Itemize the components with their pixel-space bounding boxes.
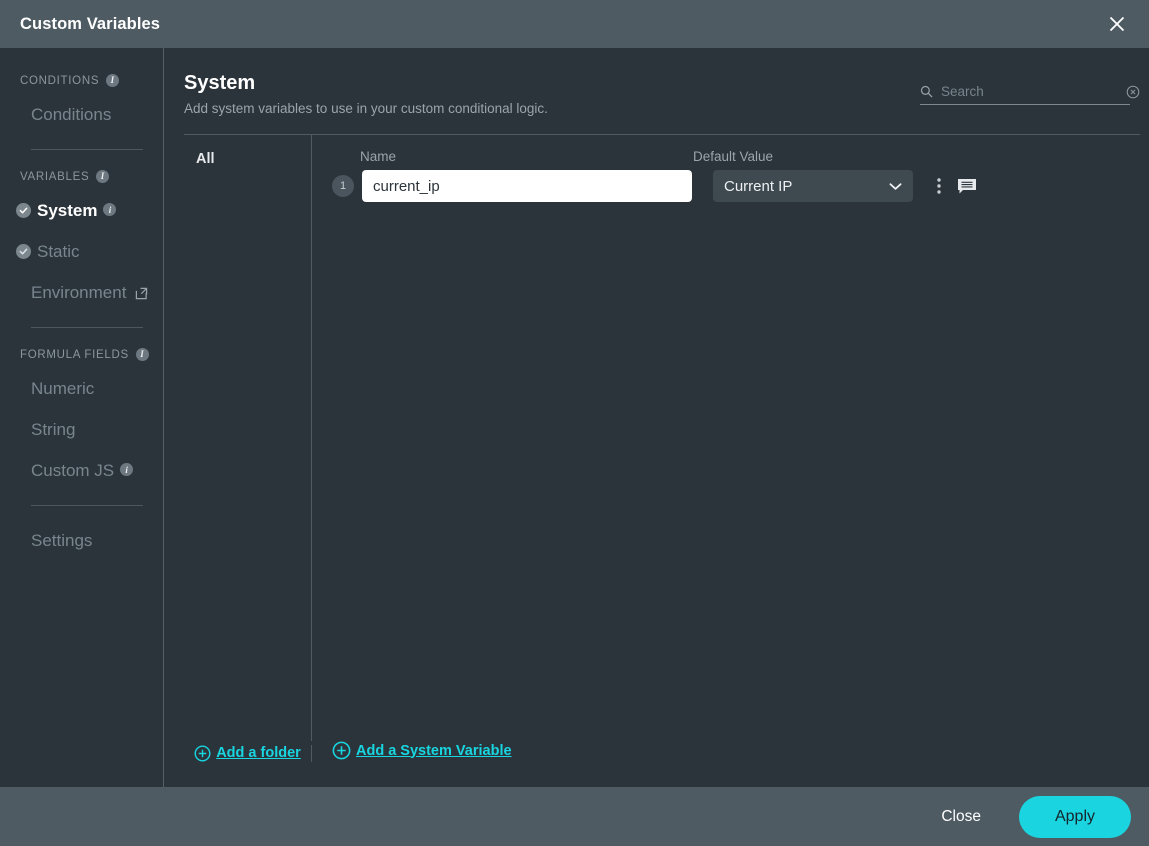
add-folder-slot: Add a folder [184, 744, 312, 762]
sidebar-divider [31, 327, 143, 328]
sidebar-item-numeric[interactable]: Numeric [0, 368, 163, 409]
add-folder-button[interactable]: Add a folder [194, 745, 301, 762]
default-value-selected: Current IP [724, 177, 793, 195]
apply-button[interactable]: Apply [1019, 795, 1131, 838]
comment-icon[interactable] [957, 178, 977, 195]
plus-circle-icon [194, 745, 211, 762]
add-variable-slot: Add a System Variable [312, 741, 512, 765]
row-index-badge: 1 [332, 175, 354, 197]
external-link-icon[interactable] [135, 287, 148, 300]
table-row: 1 Current IP [332, 170, 1140, 202]
close-icon[interactable] [1099, 6, 1135, 42]
dialog-body: CONDITIONS i Conditions VARIABLES i Syst… [0, 48, 1149, 787]
dialog-title: Custom Variables [20, 14, 161, 33]
main-heading: System Add system variables to use in yo… [184, 70, 920, 116]
sidebar-item-environment[interactable]: Environment [0, 272, 163, 313]
sidebar-item-label: System [37, 200, 98, 220]
sidebar-group-label: CONDITIONS [20, 75, 100, 87]
sidebar-item-conditions[interactable]: Conditions [0, 94, 163, 135]
clear-search-icon[interactable] [1126, 85, 1140, 99]
sidebar: CONDITIONS i Conditions VARIABLES i Syst… [0, 48, 164, 787]
main-header: System Add system variables to use in yo… [164, 48, 1149, 116]
add-actions-bar: Add a folder Add a System Variable [164, 741, 1149, 787]
sidebar-group-label: FORMULA FIELDS [20, 349, 129, 361]
main-panel: System Add system variables to use in yo… [164, 48, 1149, 787]
search-icon [920, 85, 933, 98]
chevron-down-icon [889, 182, 902, 191]
sidebar-item-static[interactable]: Static [0, 231, 163, 272]
sidebar-divider [31, 505, 143, 506]
column-header-name: Name [360, 149, 397, 164]
default-value-select[interactable]: Current IP [713, 170, 913, 202]
page-subtitle: Add system variables to use in your cust… [184, 101, 548, 116]
variable-name-input[interactable] [362, 170, 692, 202]
sidebar-item-label: Environment [31, 282, 127, 302]
check-icon [16, 244, 31, 259]
search-box [920, 84, 1140, 105]
add-system-variable-button[interactable]: Add a System Variable [332, 741, 512, 760]
add-system-variable-label: Add a System Variable [356, 742, 512, 759]
info-icon[interactable]: i [96, 169, 110, 183]
sidebar-item-label: Custom JS [31, 460, 115, 480]
sidebar-item-label: String [31, 419, 76, 439]
sidebar-item-label: Static [37, 241, 80, 261]
check-icon [16, 203, 31, 218]
kebab-menu-icon[interactable] [937, 177, 941, 195]
add-folder-label: Add a folder [216, 745, 301, 761]
column-header-default-value: Default Value [693, 149, 774, 164]
sidebar-item-system[interactable]: System i [0, 190, 163, 231]
sidebar-group-label: VARIABLES [20, 171, 90, 183]
column-headers: Name Default Value [332, 149, 1140, 170]
sidebar-item-settings[interactable]: Settings [0, 520, 163, 561]
sidebar-item-label: Numeric [31, 378, 95, 398]
sidebar-item-label: Settings [31, 530, 93, 550]
dialog-titlebar: Custom Variables [0, 0, 1149, 48]
sidebar-group-formula-fields: FORMULA FIELDS i [0, 342, 163, 368]
sidebar-item-label: Conditions [31, 104, 112, 124]
folder-item-all[interactable]: All [184, 151, 311, 167]
row-actions [937, 177, 977, 195]
info-icon[interactable]: i [120, 463, 134, 476]
sidebar-group-conditions: CONDITIONS i [0, 68, 163, 94]
sidebar-group-variables: VARIABLES i [0, 164, 163, 190]
info-icon[interactable]: i [106, 73, 120, 87]
variables-column: Name Default Value 1 Current IP [312, 135, 1140, 741]
close-button[interactable]: Close [925, 798, 997, 836]
sidebar-divider [31, 149, 143, 150]
content-area: All Name Default Value 1 Current IP [164, 135, 1149, 741]
page-title: System [184, 72, 256, 94]
sidebar-item-custom-js[interactable]: Custom JS i [0, 450, 163, 491]
folder-column: All [184, 135, 312, 741]
info-icon[interactable]: i [135, 347, 149, 361]
info-icon[interactable]: i [103, 203, 117, 216]
dialog-footer: Close Apply [0, 787, 1149, 846]
plus-circle-icon [332, 741, 351, 760]
search-input[interactable] [941, 84, 1118, 99]
sidebar-item-string[interactable]: String [0, 409, 163, 450]
custom-variables-dialog: Custom Variables CONDITIONS i Conditions… [0, 0, 1149, 846]
